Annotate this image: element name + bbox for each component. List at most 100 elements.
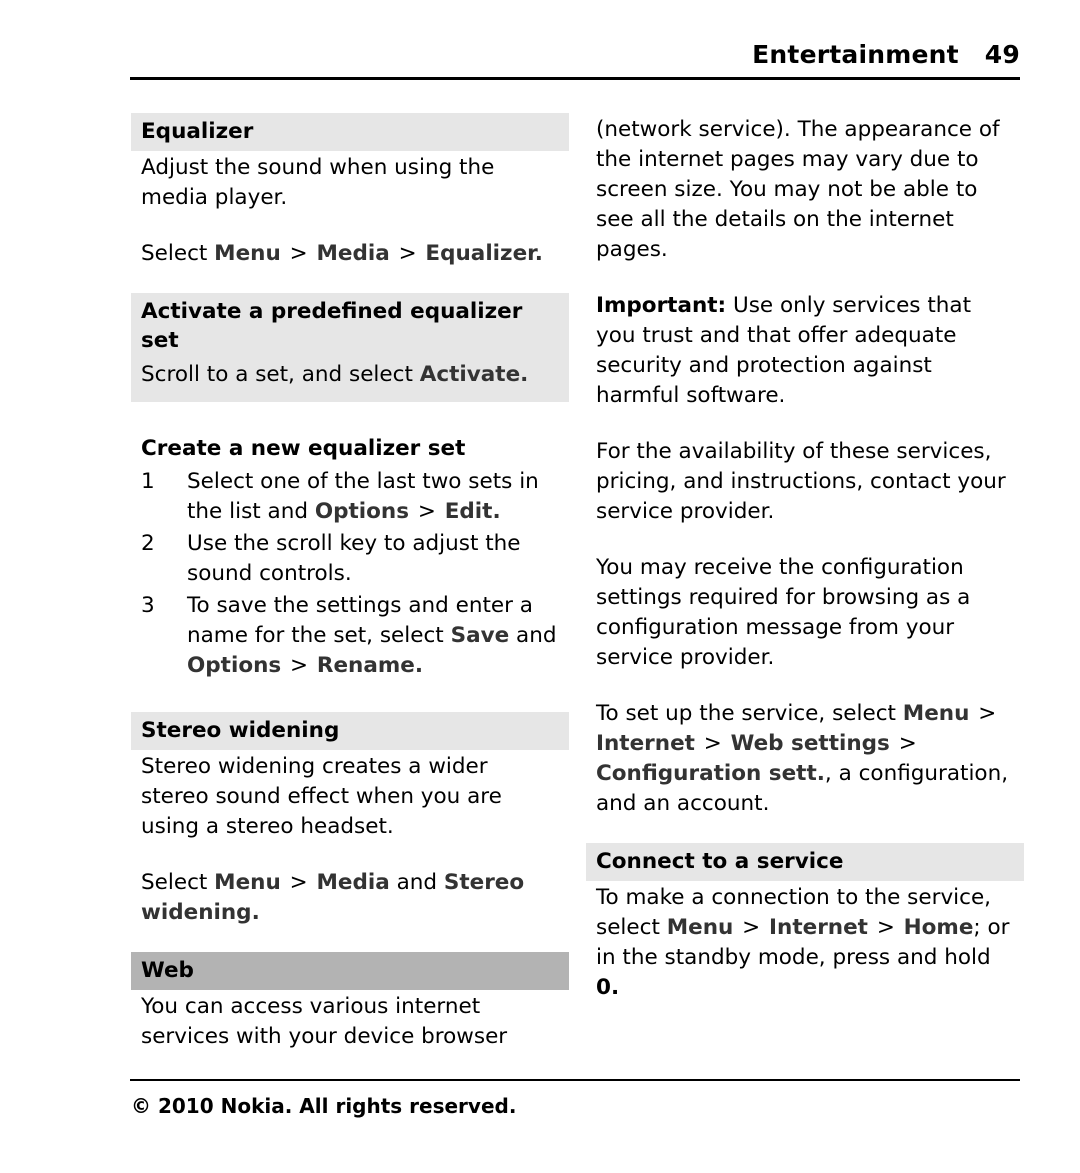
document-page: Entertainment 49 Equalizer Adjust the sou… — [0, 0, 1080, 1173]
nav-prefix: Select — [141, 870, 208, 895]
nav-period: . — [534, 241, 543, 266]
nav-separator: > — [289, 241, 308, 266]
step-conjunction: and — [516, 623, 557, 648]
action-activate: Activate — [419, 362, 521, 387]
menu-options: Options — [314, 499, 410, 524]
important-label: Important: — [596, 293, 727, 318]
header-divider — [130, 77, 1020, 80]
nav-separator: > — [703, 731, 722, 756]
nav-conjunction: and — [396, 870, 438, 895]
nav-item-media: Media — [316, 241, 390, 266]
nav-separator: > — [978, 701, 997, 726]
paragraph-stereo-widening-nav: Select Menu > Media and Stereo widening. — [131, 866, 569, 930]
nav-separator: > — [898, 731, 917, 756]
activate-period: . — [520, 362, 529, 387]
section-web: Web You can access various internet serv… — [131, 952, 569, 1054]
menu-options: Options — [187, 653, 282, 678]
nav-item-web-settings: Web settings — [730, 731, 890, 756]
page-header: Entertainment 49 — [130, 40, 1020, 69]
paragraph-important-note: Important: Use only services that you tr… — [586, 289, 1024, 413]
menu-edit: Edit — [444, 499, 493, 524]
step-period: . — [492, 499, 501, 524]
nav-period: . — [251, 900, 260, 925]
copyright-year: 2010 — [157, 1094, 214, 1118]
nav-item-menu: Menu — [214, 241, 281, 266]
footer-divider — [130, 1079, 1020, 1081]
nav-separator: > — [290, 653, 309, 678]
left-column: Equalizer Adjust the sound when using th… — [131, 113, 569, 1054]
section-stereo-widening: Stereo widening Stereo widening creates … — [131, 712, 569, 930]
paragraph-configuration-message: You may receive the configuration settin… — [596, 555, 971, 670]
heading-create-equalizer-set: Create a new equalizer set — [141, 436, 466, 461]
list-item: 1 Select one of the last two sets in the… — [131, 466, 569, 528]
nav-separator: > — [398, 241, 417, 266]
list-item-number: 1 — [141, 469, 155, 494]
list-item-number: 3 — [141, 593, 155, 618]
setup-text-prefix: To set up the service, select — [596, 701, 896, 726]
list-item-text: Select one of the last two sets in the l… — [187, 467, 561, 527]
chapter-title: Entertainment — [752, 40, 959, 69]
nav-item-menu: Menu — [902, 701, 970, 726]
paragraph-equalizer-nav: Select Menu > Media > Equalizer. — [131, 237, 569, 271]
section-equalizer: Equalizer Adjust the sound when using th… — [131, 113, 569, 271]
nav-separator: > — [742, 915, 761, 940]
copyright-text: Nokia. All rights reserved. — [220, 1094, 517, 1118]
paragraph-web-body: You can access various internet services… — [141, 994, 508, 1049]
nav-item-media: Media — [316, 870, 390, 895]
list-item: 2 Use the scroll key to adjust the sound… — [131, 528, 569, 590]
footer-copyright: © 2010 Nokia. All rights reserved. — [131, 1092, 516, 1120]
nav-item-menu: Menu — [214, 870, 281, 895]
nav-item-menu: Menu — [666, 915, 734, 940]
nav-item-home: Home — [903, 915, 974, 940]
list-item-number: 2 — [141, 531, 155, 556]
nav-separator: > — [876, 915, 895, 940]
nav-separator: > — [289, 870, 308, 895]
nav-prefix: Select — [141, 241, 208, 266]
list-item-text: To save the settings and enter a name fo… — [187, 591, 561, 681]
heading-stereo-widening: Stereo widening — [131, 712, 569, 750]
connect-period: . — [610, 975, 620, 1000]
heading-activate-predefined-set: Activate a predefined equalizer set — [141, 299, 523, 353]
heading-equalizer: Equalizer — [131, 113, 569, 151]
paragraph-equalizer-body: Adjust the sound when using the media pl… — [141, 155, 495, 210]
paragraph-activate-body: Scroll to a set, and select Activate. — [131, 360, 569, 392]
section-create-equalizer-set: Create a new equalizer set 1 Select one … — [131, 432, 569, 682]
heading-connect-to-service: Connect to a service — [586, 843, 1024, 881]
page-header-inner: Entertainment 49 — [130, 40, 1020, 69]
paragraph-web-continued: (network service). The appearance of the… — [596, 117, 1000, 262]
nav-item-equalizer: Equalizer — [425, 241, 535, 266]
key-zero: 0 — [596, 975, 611, 1000]
action-save: Save — [450, 623, 510, 648]
paragraph-stereo-widening-body: Stereo widening creates a wider stereo s… — [141, 754, 502, 839]
step-period: . — [414, 653, 424, 678]
nav-item-internet: Internet — [769, 915, 868, 940]
section-activate-predefined-set: Activate a predefined equalizer set Scro… — [131, 293, 569, 402]
copyright-icon: © — [131, 1094, 151, 1118]
ordered-list-create-set: 1 Select one of the last two sets in the… — [131, 466, 569, 682]
activate-text-prefix: Scroll to a set, and select — [141, 362, 413, 387]
page-number: 49 — [984, 40, 1020, 69]
section-connect-to-service: Connect to a service To make a connectio… — [586, 843, 1024, 1005]
paragraph-connect-body: To make a connection to the service, sel… — [586, 881, 1024, 1005]
paragraph-setup-service: To set up the service, select Menu > Int… — [586, 697, 1024, 821]
nav-item-internet: Internet — [596, 731, 695, 756]
list-item-text: Use the scroll key to adjust the sound c… — [187, 531, 521, 586]
heading-web: Web — [131, 952, 569, 990]
menu-rename: Rename — [316, 653, 415, 678]
nav-separator: > — [417, 499, 436, 524]
nav-item-configuration-sett: Configuration sett. — [596, 761, 825, 786]
list-item: 3 To save the settings and enter a name … — [131, 590, 569, 682]
right-column: (network service). The appearance of the… — [586, 113, 1024, 1005]
paragraph-availability: For the availability of these services, … — [596, 439, 1006, 524]
